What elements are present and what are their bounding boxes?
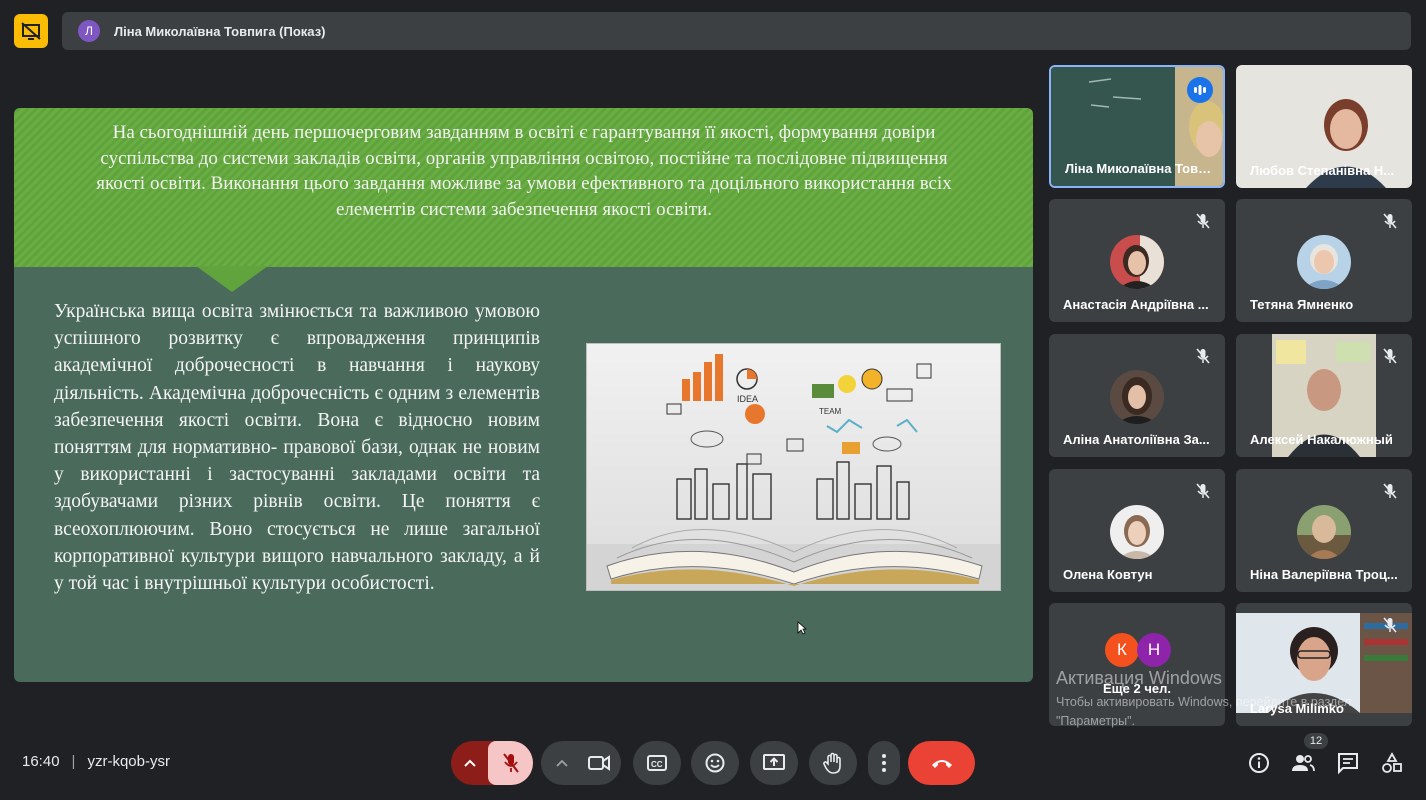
speaking-indicator-icon bbox=[1187, 77, 1213, 103]
camera-control-group bbox=[541, 741, 621, 785]
participant-tile[interactable]: Тетяна Ямненко bbox=[1236, 199, 1412, 322]
presenter-label: Ліна Миколаївна Товпига (Показ) bbox=[114, 23, 326, 39]
presentation-icon[interactable] bbox=[14, 14, 48, 48]
meeting-details-info-icon[interactable] bbox=[1247, 751, 1271, 775]
slide-banner-text: На сьогоднішній день першочерговим завда… bbox=[96, 122, 952, 220]
divider: | bbox=[71, 753, 76, 770]
leave-call-button[interactable] bbox=[908, 741, 975, 785]
participant-tile[interactable]: Ліна Миколаївна Товпига bbox=[1049, 65, 1225, 188]
participant-tile[interactable]: Алексей Накалюжный bbox=[1236, 334, 1412, 457]
avatar bbox=[1297, 235, 1351, 289]
participant-name: Анастасія Андріївна ... bbox=[1063, 297, 1209, 312]
captions-button[interactable]: CC bbox=[633, 741, 681, 785]
mic-off-icon bbox=[1380, 615, 1400, 635]
camera-options-chevron-icon[interactable] bbox=[549, 741, 575, 785]
mouse-cursor-icon bbox=[797, 621, 808, 640]
avatar: Л bbox=[78, 20, 100, 42]
participant-name: Алексей Накалюжный bbox=[1250, 432, 1393, 447]
meeting-code[interactable]: yzr-kqob-ysr bbox=[87, 753, 170, 770]
clock-time: 16:40 bbox=[22, 753, 60, 770]
mic-off-button[interactable] bbox=[488, 741, 533, 785]
presentation-slide: На сьогоднішній день першочерговим завда… bbox=[14, 108, 1033, 682]
participant-tile[interactable]: Олена Ковтун bbox=[1049, 469, 1225, 592]
mic-off-icon bbox=[1193, 481, 1213, 501]
participant-name: Аліна Анатоліївна За... bbox=[1063, 432, 1210, 447]
participant-count-badge: 12 bbox=[1304, 733, 1328, 749]
mic-control-group bbox=[451, 741, 533, 785]
chat-icon[interactable] bbox=[1336, 751, 1360, 775]
avatar bbox=[1110, 370, 1164, 424]
emoji-icon bbox=[705, 753, 725, 773]
banner-notch bbox=[196, 266, 268, 292]
svg-text:CC: CC bbox=[651, 760, 663, 769]
avatar bbox=[1110, 505, 1164, 559]
presenter-bar: Л Ліна Миколаївна Товпига (Показ) bbox=[62, 12, 1411, 50]
mic-off-icon bbox=[1380, 481, 1400, 501]
people-icon[interactable] bbox=[1291, 751, 1315, 775]
svg-text:TEAM: TEAM bbox=[819, 407, 842, 416]
hand-icon bbox=[823, 752, 841, 774]
avatar: К bbox=[1105, 633, 1139, 667]
mic-off-icon bbox=[1193, 346, 1213, 366]
meeting-info: 16:40 | yzr-kqob-ysr bbox=[22, 753, 170, 770]
mic-off-icon bbox=[1380, 346, 1400, 366]
present-screen-icon bbox=[763, 754, 785, 770]
more-vert-icon bbox=[882, 754, 886, 772]
camera-button[interactable] bbox=[577, 741, 621, 785]
slide-body-text: Українська вища освіта змінюється та важ… bbox=[54, 301, 540, 595]
participant-name: Олена Ковтун bbox=[1063, 567, 1153, 582]
more-options-button[interactable] bbox=[868, 741, 900, 785]
participant-name: Ліна Миколаївна Товпига bbox=[1065, 161, 1215, 176]
avatar bbox=[1297, 505, 1351, 559]
participant-tile[interactable]: Аліна Анатоліївна За... bbox=[1049, 334, 1225, 457]
participant-name: Тетяна Ямненко bbox=[1250, 297, 1354, 312]
book-city-illustration: IDEA TEAM bbox=[586, 343, 1001, 591]
windows-activation-subtitle: Чтобы активировать Windows, перейдите в … bbox=[1056, 695, 1352, 728]
raise-hand-button[interactable] bbox=[809, 741, 857, 785]
activities-icon[interactable] bbox=[1380, 751, 1404, 775]
participant-tile[interactable]: Любов Степанівна Н... bbox=[1236, 65, 1412, 188]
meet-window: Л Ліна Миколаївна Товпига (Показ) На сьо… bbox=[0, 0, 1426, 800]
reactions-button[interactable] bbox=[691, 741, 739, 785]
mic-options-chevron-icon[interactable] bbox=[451, 741, 489, 785]
end-call-icon bbox=[931, 760, 952, 768]
captions-icon: CC bbox=[647, 755, 667, 771]
participant-name: Любов Степанівна Н... bbox=[1250, 163, 1395, 178]
participant-name: Ніна Валеріївна Троц... bbox=[1250, 567, 1398, 582]
mic-off-icon bbox=[1193, 211, 1213, 231]
svg-text:IDEA: IDEA bbox=[737, 394, 758, 404]
participant-tile[interactable]: Ніна Валеріївна Троц... bbox=[1236, 469, 1412, 592]
avatar bbox=[1110, 235, 1164, 289]
mic-off-icon bbox=[1380, 211, 1400, 231]
present-screen-button[interactable] bbox=[750, 741, 798, 785]
participant-tile[interactable]: Анастасія Андріївна ... bbox=[1049, 199, 1225, 322]
windows-activation-title: Активация Windows bbox=[1056, 668, 1222, 688]
avatar: Н bbox=[1137, 633, 1171, 667]
